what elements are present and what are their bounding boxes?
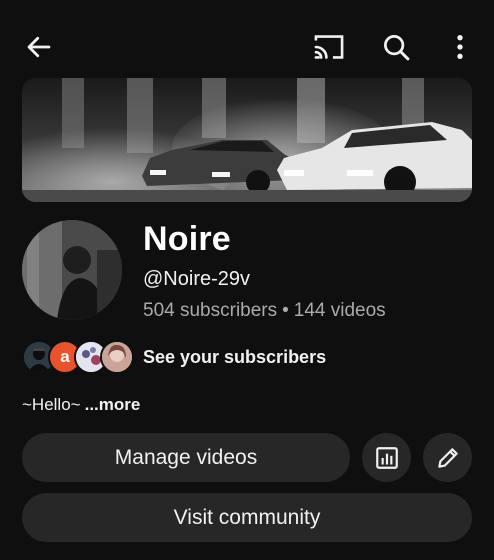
channel-avatar[interactable]	[22, 220, 122, 320]
subscriber-avatar	[100, 340, 134, 374]
cast-button[interactable]	[308, 28, 350, 66]
arrow-left-icon	[27, 36, 51, 58]
analytics-button[interactable]	[362, 433, 411, 482]
visit-community-button[interactable]: Visit community	[22, 493, 472, 542]
stats-separator: •	[282, 300, 289, 321]
search-button[interactable]	[376, 28, 416, 66]
back-button[interactable]	[20, 28, 58, 66]
more-vertical-icon	[457, 34, 463, 60]
channel-handle: @Noire-29v	[143, 268, 251, 290]
channel-banner	[22, 78, 472, 202]
more-options-button[interactable]	[444, 28, 476, 66]
channel-name: Noire	[143, 220, 231, 258]
video-count: 144 videos	[293, 300, 386, 321]
manage-videos-button[interactable]: Manage videos	[22, 433, 350, 482]
subscriber-avatar-letter: a	[60, 347, 70, 366]
analytics-icon	[375, 446, 398, 469]
edit-channel-button[interactable]	[423, 433, 472, 482]
see-subscribers-label: See your subscribers	[143, 347, 327, 367]
channel-description[interactable]: ~Hello~ ...more	[22, 395, 140, 415]
subscriber-count: 504 subscribers	[143, 300, 278, 321]
cast-icon	[314, 35, 344, 59]
channel-page: Noire @Noire-29v 504 subscribers • 144 vid…	[0, 0, 494, 560]
description-text: ~Hello~	[22, 395, 81, 414]
description-more-link[interactable]: ...more	[85, 395, 141, 414]
pencil-icon	[437, 447, 458, 468]
channel-stats: 504 subscribers • 144 videos	[143, 300, 386, 322]
see-subscribers-row[interactable]: a See your subscribers	[22, 338, 482, 376]
search-icon	[384, 35, 410, 61]
